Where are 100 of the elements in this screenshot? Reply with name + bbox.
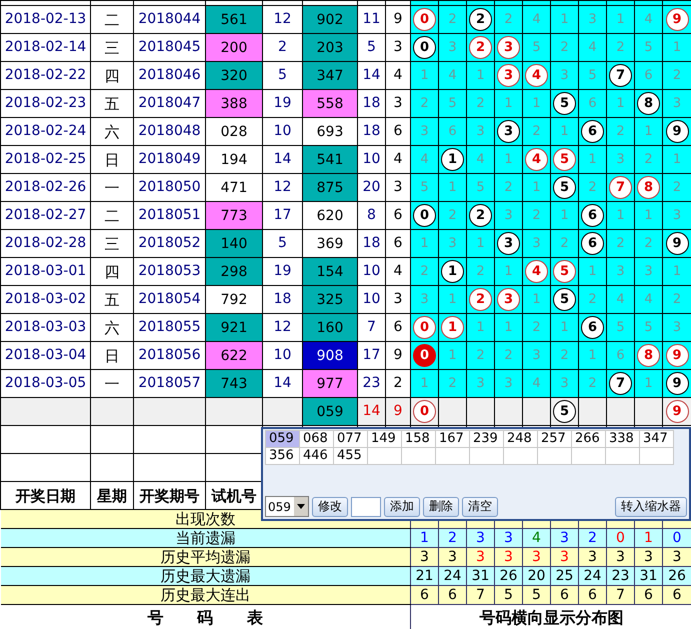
- winning-number[interactable]: 203: [302, 34, 358, 62]
- stat-value: 3: [560, 530, 569, 546]
- stat-value: 3: [588, 548, 597, 566]
- issue-number: 2018049: [138, 151, 201, 168]
- number-ball: 5: [553, 260, 576, 283]
- omission-count: 1: [532, 292, 541, 308]
- number-ball: 8: [637, 176, 660, 199]
- number-item[interactable]: 248: [504, 431, 538, 448]
- stat-label: 历史最大遗漏: [160, 568, 250, 584]
- winning-number[interactable]: 977: [302, 370, 358, 398]
- winning-number[interactable]: 875: [302, 174, 358, 202]
- add-button[interactable]: 添加: [384, 496, 420, 516]
- omission-count: 1: [560, 12, 569, 28]
- edit-button[interactable]: 修改: [312, 496, 348, 516]
- stat-value: 3: [476, 530, 485, 546]
- omission-count: 2: [588, 376, 597, 392]
- stat-value: 0: [616, 530, 625, 546]
- winning-number[interactable]: 347: [302, 62, 358, 90]
- number-item[interactable]: 347: [640, 431, 674, 448]
- trial-sum: 5: [278, 235, 287, 252]
- number-item[interactable]: 356: [266, 448, 300, 465]
- trial-number: 921: [206, 314, 262, 342]
- draw-date: 2018-02-28: [4, 235, 86, 252]
- sum-value: 7: [367, 319, 376, 336]
- number-item[interactable]: 257: [538, 431, 572, 448]
- omission-count: 2: [504, 12, 513, 28]
- omission-count: 1: [476, 68, 485, 84]
- stat-value: 6: [560, 586, 569, 604]
- issue-number: 2018052: [138, 235, 201, 252]
- omission-count: 6: [616, 348, 625, 364]
- trial-sum: 19: [274, 95, 292, 112]
- number-ball: 9: [666, 120, 688, 143]
- winning-number[interactable]: 325: [302, 286, 358, 314]
- omission-count: 1: [560, 208, 569, 224]
- sum-value: 10: [362, 263, 380, 280]
- draw-date: 2018-03-01: [4, 263, 86, 280]
- trial-sum: 14: [274, 151, 292, 168]
- span-value: 6: [394, 235, 402, 252]
- winning-number[interactable]: 541: [302, 146, 358, 174]
- winning-number[interactable]: 620: [302, 202, 358, 230]
- omission-count: 2: [644, 152, 653, 168]
- omission-count: 1: [448, 180, 457, 196]
- number-select[interactable]: 059: [265, 496, 309, 517]
- winning-number[interactable]: 908: [302, 342, 358, 370]
- omission-count: 1: [644, 376, 653, 392]
- winning-number[interactable]: 154: [302, 258, 358, 286]
- omission-count: 2: [476, 264, 485, 280]
- number-ball: 9: [666, 232, 688, 255]
- number-item[interactable]: 338: [606, 431, 640, 448]
- number-item[interactable]: 239: [470, 431, 504, 448]
- stat-value: 3: [616, 548, 625, 566]
- omission-count: 3: [560, 68, 569, 84]
- span-value: 4: [394, 67, 402, 84]
- omission-count: 1: [532, 96, 541, 112]
- span-value: 6: [394, 207, 402, 224]
- number-item[interactable]: 446: [300, 448, 334, 465]
- omission-count: 2: [448, 12, 457, 28]
- omission-count: 3: [476, 376, 485, 392]
- span-value: 4: [394, 263, 402, 280]
- omission-count: 1: [616, 96, 625, 112]
- number-item[interactable]: 068: [300, 431, 334, 448]
- number-item[interactable]: 167: [436, 431, 470, 448]
- omission-count: 5: [588, 68, 597, 84]
- stat-value: 5: [532, 586, 541, 604]
- number-item[interactable]: 077: [334, 431, 368, 448]
- clear-button[interactable]: 清空: [462, 496, 498, 516]
- number-item[interactable]: 266: [572, 431, 606, 448]
- omission-count: 2: [588, 292, 597, 308]
- span-value: 2: [394, 375, 402, 392]
- winning-number[interactable]: 902: [302, 6, 358, 34]
- table-title: 号 码 表: [148, 608, 263, 628]
- delete-button[interactable]: 删除: [423, 496, 459, 516]
- issue-number: 2018055: [138, 319, 201, 336]
- winning-number[interactable]: 558: [302, 90, 358, 118]
- trial-number: 773: [206, 202, 262, 230]
- omission-count: 5: [616, 320, 625, 336]
- stat-value: 6: [644, 586, 653, 604]
- weekday: 日: [104, 150, 120, 168]
- omission-count: 6: [644, 68, 653, 84]
- omission-count: 1: [504, 320, 513, 336]
- omission-count: 4: [532, 12, 541, 28]
- number-ball: 2: [469, 36, 492, 59]
- number-input[interactable]: [351, 496, 381, 516]
- number-item[interactable]: 149: [368, 431, 402, 448]
- issue-number: 2018048: [138, 123, 201, 140]
- stat-value: 0: [672, 530, 682, 546]
- number-item[interactable]: 455: [334, 448, 368, 465]
- transfer-button[interactable]: 转入缩水器: [615, 496, 687, 516]
- draw-date: 2018-02-26: [4, 179, 86, 196]
- omission-count: 4: [644, 12, 653, 28]
- trial-sum: 2: [278, 39, 287, 56]
- issue-number: 2018057: [138, 375, 201, 392]
- number-item[interactable]: 158: [402, 431, 436, 448]
- winning-number[interactable]: 160: [302, 314, 358, 342]
- trial-number: 028: [206, 118, 262, 146]
- number-item[interactable]: 059: [266, 431, 300, 448]
- trial-number: 320: [206, 62, 262, 90]
- number-ball: 3: [497, 120, 520, 143]
- span-value: 3: [394, 39, 402, 56]
- omission-count: 4: [616, 292, 625, 308]
